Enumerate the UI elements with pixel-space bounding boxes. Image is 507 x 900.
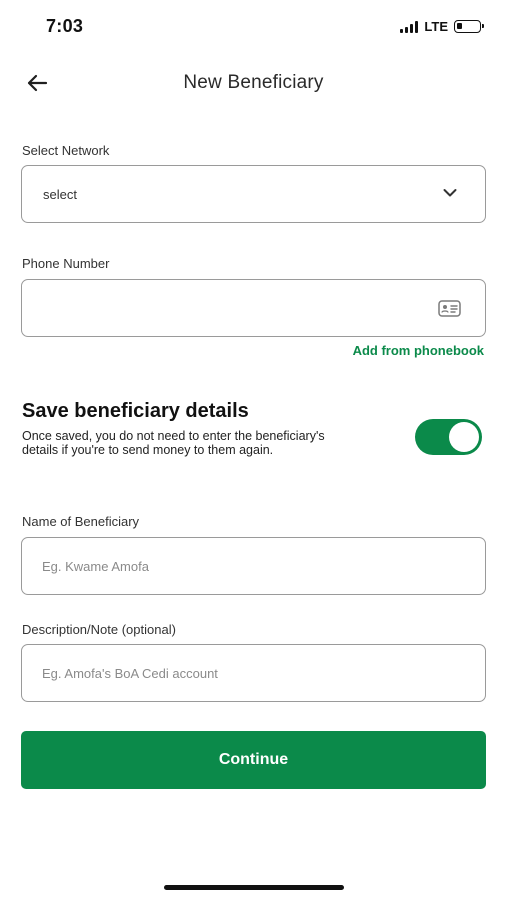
description-input[interactable] (42, 645, 422, 701)
battery-icon (454, 20, 484, 33)
phone-label: Phone Number (22, 256, 110, 271)
status-bar: 7:03 LTE (0, 0, 507, 52)
network-label: Select Network (22, 143, 110, 158)
battery-level (457, 23, 462, 29)
network-type: LTE (424, 19, 448, 34)
add-from-phonebook-link[interactable]: Add from phonebook (353, 343, 484, 358)
header: New Beneficiary (0, 60, 507, 104)
status-indicators: LTE (400, 19, 484, 34)
toggle-knob (449, 422, 479, 452)
save-details-toggle[interactable] (415, 419, 482, 455)
description-label: Description/Note (optional) (22, 622, 176, 637)
beneficiary-name-field[interactable] (21, 537, 486, 595)
continue-button[interactable]: Continue (21, 731, 486, 789)
phone-input[interactable] (42, 280, 422, 336)
description-field[interactable] (21, 644, 486, 702)
beneficiary-name-label: Name of Beneficiary (22, 514, 140, 529)
save-details-title: Save beneficiary details (22, 400, 249, 422)
home-indicator[interactable] (164, 885, 344, 890)
phone-field[interactable] (21, 279, 486, 337)
contact-card-icon[interactable] (438, 300, 461, 317)
network-select-value: select (43, 187, 77, 202)
chevron-down-icon (443, 189, 457, 197)
page-title: New Beneficiary (183, 72, 324, 93)
save-details-description: Once saved, you do not need to enter the… (22, 429, 325, 457)
beneficiary-name-input[interactable] (42, 538, 422, 594)
network-select[interactable]: select (21, 165, 486, 223)
status-time: 7:03 (46, 16, 84, 36)
signal-icon (400, 20, 419, 33)
